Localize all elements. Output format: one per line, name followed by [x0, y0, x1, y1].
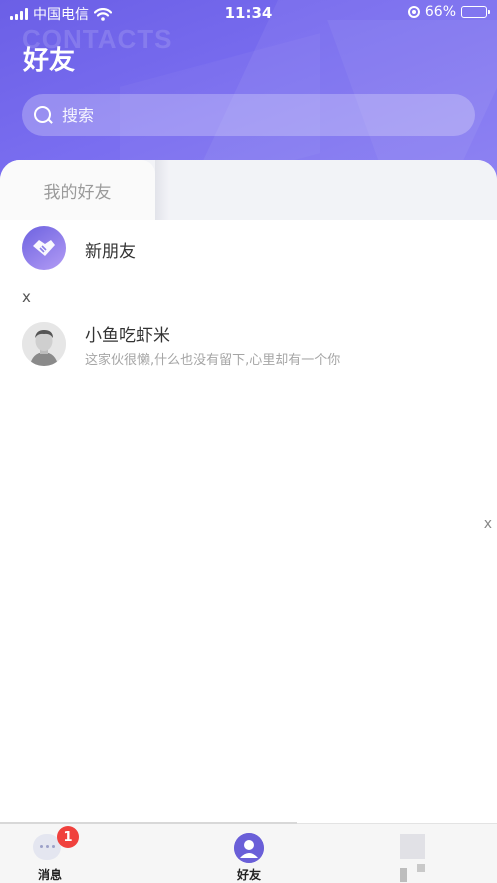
avatar — [22, 322, 66, 366]
handshake-icon — [22, 226, 66, 270]
contact-signature: 这家伙很懒,什么也没有留下,心里却有一个你 — [85, 353, 341, 368]
contact-name: 小鱼吃虾米 — [85, 326, 170, 346]
bottom-tab-bar: 1 消息 好友 — [0, 822, 497, 883]
status-bar: 中国电信 11:34 66% — [0, 0, 497, 26]
rotation-lock-icon — [407, 6, 420, 18]
contacts-screen: 中国电信 11:34 66% CONTACTS 好友 搜索 我的好友 新朋友 x… — [0, 0, 497, 883]
tab-third[interactable] — [0, 824, 497, 883]
search-icon — [32, 104, 54, 126]
battery-percent: 66% — [424, 4, 456, 20]
placeholder-icon — [400, 834, 425, 859]
page-title: 好友 — [23, 46, 76, 76]
index-bar-letter[interactable]: X — [484, 516, 492, 532]
tab-strip: 我的好友 — [0, 160, 497, 220]
tab-my-friends[interactable]: 我的好友 — [0, 160, 155, 220]
placeholder-fragment — [417, 864, 425, 872]
search-input[interactable] — [62, 105, 442, 125]
search-bar[interactable] — [22, 94, 475, 136]
section-letter: X — [22, 288, 31, 306]
contacts-sheet: 我的好友 新朋友 X — [0, 160, 497, 860]
placeholder-fragment — [400, 868, 407, 882]
status-right: 66% — [407, 4, 490, 20]
new-friends-label: 新朋友 — [85, 242, 136, 262]
tab-shade — [155, 160, 169, 220]
battery-icon — [461, 6, 490, 18]
